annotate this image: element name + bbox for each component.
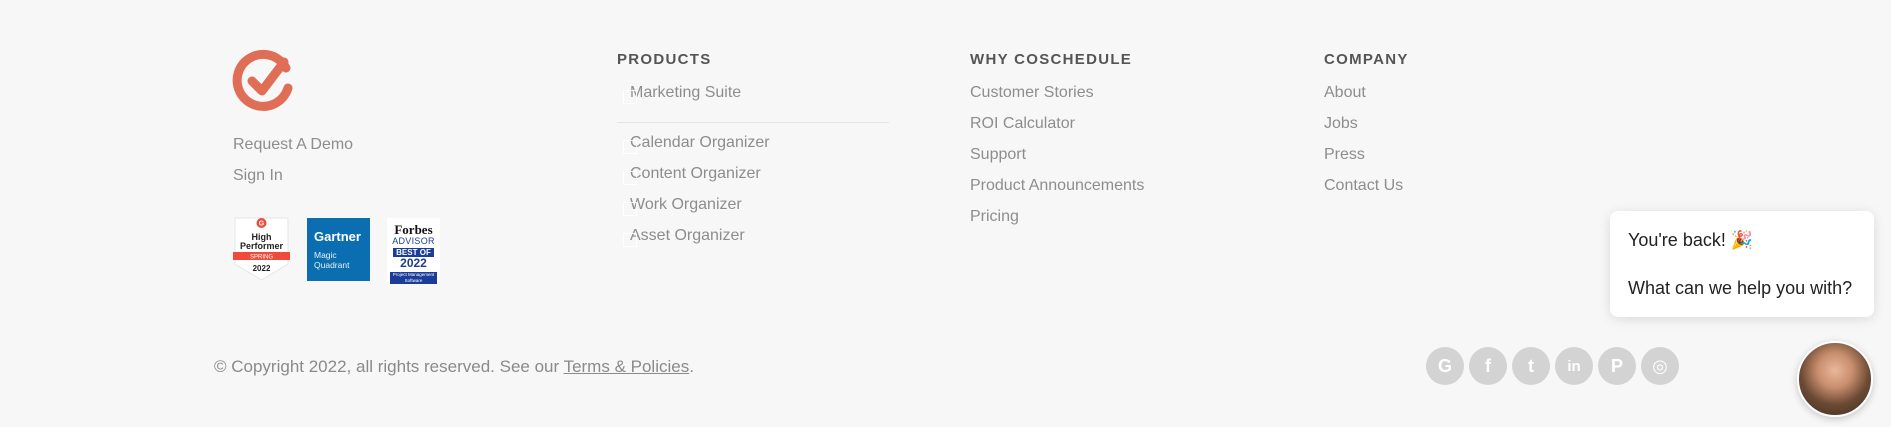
products-divider: [617, 122, 889, 123]
pinterest-icon[interactable]: P: [1598, 347, 1636, 385]
copyright-suffix: .: [689, 357, 694, 376]
product-content-organizer[interactable]: Content Organizer: [617, 163, 889, 194]
terms-policies-link[interactable]: Terms & Policies: [564, 357, 690, 376]
g2-badge-year: 2022: [253, 264, 271, 273]
forbes-advisor: ADVISOR: [392, 236, 435, 246]
coschedule-logo-icon[interactable]: [232, 48, 296, 112]
company-heading: COMPANY: [1324, 51, 1409, 68]
linkedin-icon[interactable]: in: [1555, 347, 1593, 385]
request-demo-link[interactable]: Request A Demo: [233, 134, 353, 165]
facebook-icon[interactable]: f: [1469, 347, 1507, 385]
products-heading: PRODUCTS: [617, 51, 712, 68]
g2-high-performer-badge: G High Performer SPRING 2022: [233, 217, 290, 281]
copyright: © Copyright 2022, all rights reserved. S…: [214, 356, 694, 378]
roi-calculator-link[interactable]: ROI Calculator: [970, 113, 1144, 144]
gartner-badge: Gartner Magic Quadrant: [307, 218, 370, 281]
why-coschedule-column: WHY COSCHEDULE Customer Stories ROI Calc…: [970, 51, 1144, 237]
product-label: Calendar Organizer: [630, 134, 770, 151]
chat-agent-avatar[interactable]: [1797, 341, 1873, 417]
about-link[interactable]: About: [1324, 82, 1409, 113]
product-work-organizer[interactable]: Work Organizer: [617, 194, 889, 225]
g2-badge-season: SPRING: [250, 255, 273, 261]
instagram-icon[interactable]: ◎: [1641, 347, 1679, 385]
jobs-link[interactable]: Jobs: [1324, 113, 1409, 144]
g2-badge-line2: Performer: [240, 241, 284, 251]
product-asset-organizer[interactable]: Asset Organizer: [617, 225, 889, 256]
chat-popup[interactable]: You're back! 🎉 What can we help you with…: [1610, 211, 1874, 317]
g2-icon[interactable]: G: [1426, 347, 1464, 385]
twitter-icon[interactable]: t: [1512, 347, 1550, 385]
product-label: Asset Organizer: [630, 227, 745, 244]
product-label: Content Organizer: [630, 165, 761, 182]
sign-in-link[interactable]: Sign In: [233, 165, 353, 196]
forbes-category: Project Management Software: [390, 272, 437, 284]
pricing-link[interactable]: Pricing: [970, 206, 1144, 237]
contact-us-link[interactable]: Contact Us: [1324, 175, 1409, 206]
products-column: PRODUCTS Marketing Suite Calendar Organi…: [617, 51, 889, 256]
product-label: Marketing Suite: [630, 84, 742, 101]
why-coschedule-heading: WHY COSCHEDULE: [970, 51, 1133, 68]
support-link[interactable]: Support: [970, 144, 1144, 175]
social-links: G f t in P ◎: [1426, 347, 1679, 385]
copyright-text: © Copyright 2022, all rights reserved. S…: [214, 357, 564, 376]
product-announcements-link[interactable]: Product Announcements: [970, 175, 1144, 206]
forbes-advisor-badge: Forbes ADVISOR BEST OF 2022 Project Mana…: [387, 218, 440, 284]
gartner-name: Gartner: [314, 229, 361, 244]
product-marketing-suite[interactable]: Marketing Suite: [617, 82, 889, 113]
customer-stories-link[interactable]: Customer Stories: [970, 82, 1144, 113]
gartner-line1: Magic: [314, 250, 337, 260]
gartner-line2: Quadrant: [314, 260, 350, 270]
forbes-year: 2022: [400, 256, 427, 270]
chat-prompt: What can we help you with?: [1628, 278, 1853, 298]
product-label: Work Organizer: [630, 196, 742, 213]
company-column: COMPANY About Jobs Press Contact Us: [1324, 51, 1409, 206]
chat-greeting: You're back! 🎉: [1628, 230, 1754, 250]
forbes-name: Forbes: [394, 222, 433, 237]
g2-badge-top: G: [259, 221, 265, 228]
product-calendar-organizer[interactable]: Calendar Organizer: [617, 132, 889, 163]
award-badges: G High Performer SPRING 2022 Gartner Mag…: [233, 216, 440, 284]
left-links: Request A Demo Sign In: [233, 134, 353, 196]
press-link[interactable]: Press: [1324, 144, 1409, 175]
